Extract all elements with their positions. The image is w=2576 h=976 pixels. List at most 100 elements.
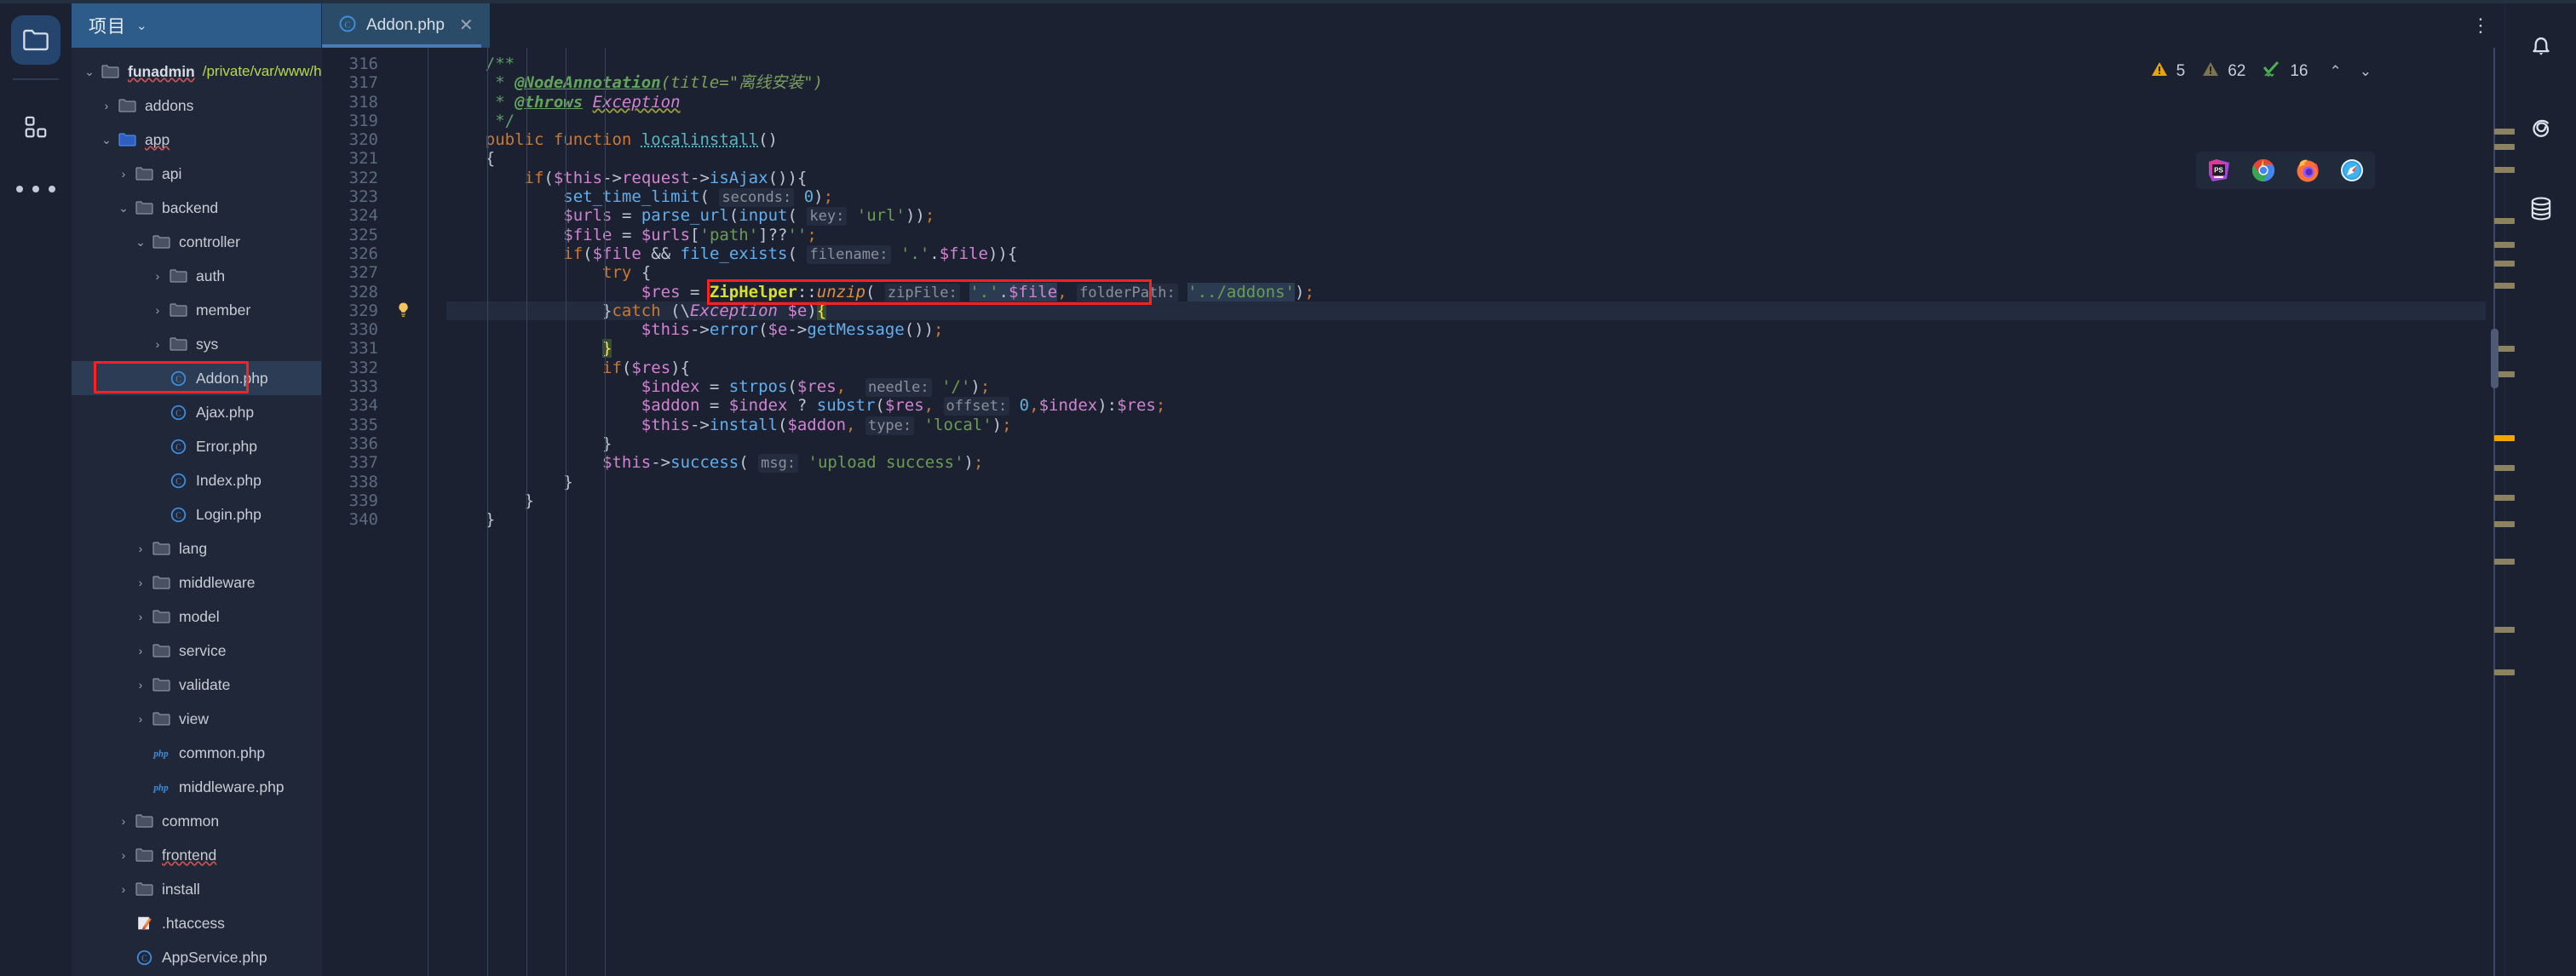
tree-item-app[interactable]: ⌄ app — [72, 123, 321, 157]
tree-item-validate[interactable]: › validate — [72, 668, 321, 702]
tree-item-backend[interactable]: ⌄ backend — [72, 191, 321, 225]
chevron-down-icon[interactable]: ⌄ — [80, 65, 99, 79]
code-line[interactable]: set_time_limit( seconds: 0); — [446, 187, 2486, 208]
tree-item-addon-php[interactable]: C Addon.php — [72, 361, 321, 395]
safari-icon[interactable] — [2339, 158, 2365, 183]
warning-marker[interactable] — [2494, 283, 2515, 289]
inspection-widget[interactable]: 5 62 16 ⌃ ⌄ — [2150, 60, 2377, 83]
tree-item-middleware[interactable]: › middleware — [72, 566, 321, 600]
tree-item-appservice-php[interactable]: C AppService.php — [72, 940, 321, 974]
code-line[interactable]: $file = $urls['path']??''; — [446, 226, 2486, 244]
tree-item-install[interactable]: › install — [72, 872, 321, 906]
code-line[interactable]: $this->success( msg: 'upload success'); — [446, 453, 2486, 474]
tree-item-model[interactable]: › model — [72, 600, 321, 634]
kebab-menu-icon[interactable]: ⋮ — [2457, 3, 2504, 48]
chevron-right-icon[interactable]: › — [148, 269, 167, 283]
tree-item-view[interactable]: › view — [72, 702, 321, 736]
tree-item-frontend[interactable]: › frontend — [72, 838, 321, 872]
chevron-right-icon[interactable]: › — [131, 610, 150, 623]
warning-marker[interactable] — [2494, 261, 2515, 267]
warning-marker[interactable] — [2494, 144, 2515, 150]
phpstorm-icon[interactable]: PS — [2206, 158, 2232, 183]
chevron-right-icon[interactable]: › — [114, 848, 133, 862]
warning-marker[interactable] — [2494, 495, 2515, 501]
project-panel-header[interactable]: 项目 ⌄ — [72, 3, 321, 48]
code-editor[interactable]: /** * @NodeAnnotation(title="离线安装") * @t… — [446, 48, 2486, 976]
code-line[interactable]: $addon = $index ? substr($res, offset: 0… — [446, 396, 2486, 416]
notifications-button[interactable] — [2516, 22, 2566, 72]
chevron-down-icon[interactable]: ⌄ — [136, 20, 147, 32]
chevron-right-icon[interactable]: › — [131, 644, 150, 657]
tree-item-sys[interactable]: › sys — [72, 327, 321, 361]
code-line[interactable]: $this->error($e->getMessage()); — [446, 320, 2486, 339]
chevron-right-icon[interactable]: › — [114, 882, 133, 896]
warning-marker[interactable] — [2494, 465, 2515, 471]
code-line[interactable]: */ — [446, 112, 2486, 130]
warning-marker[interactable] — [2494, 669, 2515, 675]
close-icon[interactable]: ✕ — [459, 17, 474, 34]
code-line[interactable]: if($file && file_exists( filename: '.'.$… — [446, 244, 2486, 264]
chevron-down-icon[interactable]: ⌄ — [97, 133, 116, 147]
code-line[interactable]: $index = strpos($res, needle: '/'); — [446, 377, 2486, 398]
scrollbar-thumb[interactable] — [2491, 329, 2498, 388]
code-line[interactable]: } — [446, 510, 2486, 529]
warning-marker[interactable] — [2494, 218, 2515, 224]
code-line[interactable]: } — [446, 339, 2486, 359]
tree-item-error-php[interactable]: C Error.php — [72, 429, 321, 463]
code-line[interactable]: } — [446, 491, 2486, 510]
chevron-right-icon[interactable]: › — [131, 712, 150, 726]
tree-item-auth[interactable]: › auth — [72, 259, 321, 293]
chevron-down-icon[interactable]: ⌄ — [114, 201, 133, 215]
tree-item-controller[interactable]: ⌄ controller — [72, 225, 321, 259]
code-line[interactable]: public function localinstall() — [446, 130, 2486, 149]
warning-marker[interactable] — [2494, 167, 2515, 173]
tree-item-index-php[interactable]: C Index.php — [72, 463, 321, 497]
warning-marker[interactable] — [2494, 627, 2515, 633]
warning-marker[interactable] — [2494, 559, 2515, 565]
chevron-right-icon[interactable]: › — [131, 678, 150, 692]
tree-item-api[interactable]: › api — [72, 157, 321, 191]
sidebar-item-structure[interactable] — [11, 102, 60, 152]
code-line[interactable]: { — [446, 149, 2486, 168]
code-line[interactable]: $this->install($addon, type: 'local'); — [446, 416, 2486, 435]
firefox-icon[interactable] — [2295, 158, 2320, 183]
project-file-tree[interactable]: ⌄ funadmin/private/var/www/html/funadmin… — [72, 48, 321, 976]
warning-marker[interactable] — [2494, 242, 2515, 248]
chevron-right-icon[interactable]: › — [114, 814, 133, 828]
warning-marker[interactable] — [2494, 129, 2515, 135]
tree-item-common[interactable]: › common — [72, 804, 321, 838]
code-line[interactable]: * @throws Exception — [446, 93, 2486, 112]
code-fold-column[interactable] — [428, 48, 446, 976]
more-tool-windows-button[interactable] — [16, 186, 55, 192]
tree-item-ajax-php[interactable]: C Ajax.php — [72, 395, 321, 429]
tree-item-middleware-php[interactable]: php middleware.php — [72, 770, 321, 804]
tab-addon-php[interactable]: C Addon.php ✕ — [322, 3, 490, 48]
lightbulb-icon[interactable] — [388, 301, 428, 320]
tree-item-funadmin[interactable]: ⌄ funadmin/private/var/www/html/funadmin — [72, 55, 321, 89]
code-line[interactable]: $res = ZipHelper::unzip( zipFile: '.'.$f… — [446, 282, 2486, 302]
code-line[interactable]: }catch (\Exception $e){ — [446, 301, 2486, 321]
warning-marker[interactable] — [2494, 521, 2515, 527]
chevron-right-icon[interactable]: › — [148, 337, 167, 351]
editor-scrollbar-markers[interactable] — [2486, 48, 2515, 976]
chevron-up-icon[interactable]: ⌃ — [2325, 63, 2347, 80]
chrome-icon[interactable] — [2251, 158, 2276, 183]
database-button[interactable] — [2516, 186, 2566, 235]
code-line[interactable]: if($res){ — [446, 359, 2486, 377]
tree-item-lang[interactable]: › lang — [72, 531, 321, 566]
chevron-right-icon[interactable]: › — [131, 542, 150, 555]
chevron-down-icon[interactable]: ⌄ — [2355, 63, 2377, 80]
code-line[interactable]: try { — [446, 263, 2486, 282]
chevron-right-icon[interactable]: › — [97, 99, 116, 112]
code-line[interactable]: if($this->request->isAjax()){ — [446, 169, 2486, 187]
sidebar-item-project[interactable] — [11, 15, 60, 65]
gutter-hints-column[interactable] — [388, 48, 428, 976]
tree-item--htaccess[interactable]: .htaccess — [72, 906, 321, 940]
chevron-right-icon[interactable]: › — [148, 303, 167, 317]
tree-item-addons[interactable]: › addons — [72, 89, 321, 123]
tree-item-login-php[interactable]: C Login.php — [72, 497, 321, 531]
code-line[interactable]: } — [446, 434, 2486, 453]
error-marker[interactable] — [2494, 435, 2515, 441]
chevron-down-icon[interactable]: ⌄ — [131, 235, 150, 250]
browser-preview-bar[interactable]: PS — [2196, 152, 2375, 189]
